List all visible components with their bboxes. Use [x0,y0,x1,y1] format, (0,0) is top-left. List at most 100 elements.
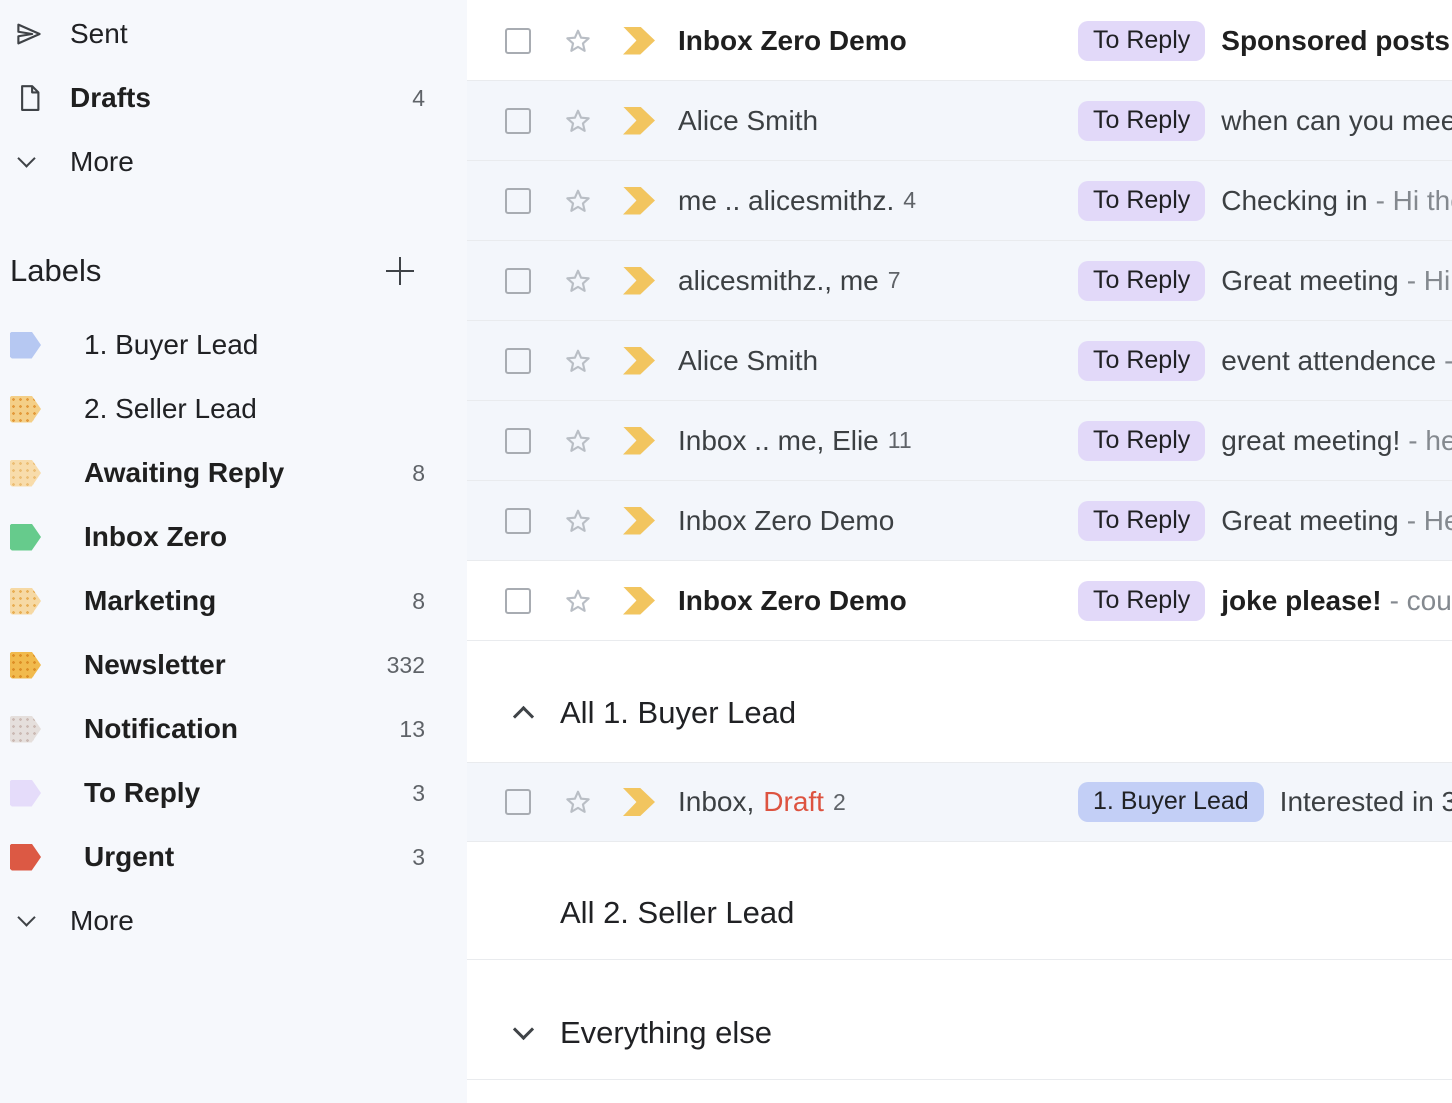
star-icon[interactable] [562,105,594,137]
label-count: 13 [399,716,425,743]
label-tag-icon [10,332,41,359]
email-row[interactable]: Inbox Zero Demo To Reply Sponsored posts… [467,1,1452,81]
star-icon[interactable] [562,786,594,818]
chevron-down-icon [0,159,70,165]
sidebar-label-item[interactable]: To Reply 3 [0,761,467,825]
importance-marker-icon [623,187,655,215]
label-badge[interactable]: To Reply [1078,261,1205,301]
label-badge[interactable]: To Reply [1078,101,1205,141]
subject-text: great meeting! [1221,425,1400,457]
email-row[interactable]: Inbox Zero Demo To Reply Great meeting -… [467,481,1452,561]
drafts-icon [14,83,44,113]
select-checkbox[interactable] [505,108,531,134]
drafts-icon [0,83,70,113]
sidebar-label-item[interactable]: Marketing 8 [0,569,467,633]
importance-marker-icon [623,587,655,615]
label-badge[interactable]: To Reply [1078,501,1205,541]
section-chevron-icon[interactable] [513,706,534,727]
section-label: Everything else [560,1015,772,1051]
subject-cell: To Reply when can you meet [1078,81,1452,160]
labels-header: Labels [0,239,467,303]
select-checkbox[interactable] [505,188,531,214]
sidebar-item[interactable]: More [0,130,467,194]
sender-name: Inbox .. me, Elie [678,425,879,457]
subject-cell: 1. Buyer Lead Interested in 3-b [1078,763,1452,841]
sender-name: Alice Smith [678,345,818,377]
email-row[interactable]: alicesmithz., me 7 To Reply Great meetin… [467,241,1452,321]
label-tag-icon [10,524,41,551]
section-header[interactable]: All 2. Seller Lead [467,843,1452,960]
label-count: 3 [412,780,425,807]
importance-marker-icon [623,107,655,135]
sidebar-item[interactable]: Drafts 4 [0,66,467,130]
label-tag-icon [10,588,41,615]
email-row[interactable]: Alice Smith To Reply when can you meet [467,81,1452,161]
label-badge[interactable]: 1. Buyer Lead [1078,782,1264,822]
label-name: 1. Buyer Lead [84,329,258,361]
subject-text: Interested in 3-b [1280,786,1452,818]
select-checkbox[interactable] [505,28,531,54]
sender-cell: Alice Smith [678,321,818,400]
importance-marker-icon [623,427,655,455]
sender-name: Inbox Zero Demo [678,505,894,537]
star-icon[interactable] [562,265,594,297]
star-icon[interactable] [562,345,594,377]
label-count: 3 [412,844,425,871]
subject-text: Sponsored posts [1221,25,1450,57]
label-badge[interactable]: To Reply [1078,21,1205,61]
section-header[interactable]: All 1. Buyer Lead [467,641,1452,762]
sender-cell: Inbox Zero Demo [678,561,907,640]
label-name: Inbox Zero [84,521,227,553]
select-checkbox[interactable] [505,268,531,294]
select-checkbox[interactable] [505,348,531,374]
label-name: Awaiting Reply [84,457,284,489]
sender-name: Inbox, [678,786,754,818]
select-checkbox[interactable] [505,508,531,534]
label-badge[interactable]: To Reply [1078,341,1205,381]
sidebar-label-item[interactable]: Notification 13 [0,697,467,761]
subject-text: event attendence [1221,345,1436,377]
snippet-text: - H [1444,345,1452,377]
label-count: 332 [387,652,425,679]
select-checkbox[interactable] [505,428,531,454]
snippet-text: - hey [1408,425,1452,457]
sidebar-label-item[interactable]: Inbox Zero [0,505,467,569]
sidebar-label-item[interactable]: Newsletter 332 [0,633,467,697]
mail-app: Sent Drafts 4 More Labels 1. Buyer Lead … [0,0,1452,1103]
star-icon[interactable] [562,185,594,217]
select-checkbox[interactable] [505,789,531,815]
label-name: Marketing [84,585,216,617]
importance-marker-icon [623,507,655,535]
add-label-icon[interactable] [384,255,416,287]
star-icon[interactable] [562,585,594,617]
label-badge[interactable]: To Reply [1078,181,1205,221]
email-row[interactable]: me .. alicesmithz. 4 To Reply Checking i… [467,161,1452,241]
label-badge[interactable]: To Reply [1078,421,1205,461]
thread-count: 7 [888,267,901,294]
sidebar-label-item[interactable]: Urgent 3 [0,825,467,889]
star-icon[interactable] [562,25,594,57]
email-row[interactable]: Inbox .. me, Elie 11 To Reply great meet… [467,401,1452,481]
subject-text: joke please! [1221,585,1381,617]
sidebar-item-more-labels[interactable]: More [0,889,467,953]
email-row[interactable]: Inbox Zero Demo To Reply joke please! - … [467,561,1452,641]
star-icon[interactable] [562,505,594,537]
section-chevron-icon[interactable] [513,1019,534,1040]
label-name: Newsletter [84,649,226,681]
label-count: 8 [412,588,425,615]
email-row[interactable]: Alice Smith To Reply event attendence - … [467,321,1452,401]
star-icon[interactable] [562,425,594,457]
sidebar-label-item[interactable]: 1. Buyer Lead [0,313,467,377]
importance-marker-icon [623,267,655,295]
subject-cell: To Reply joke please! - could [1078,561,1452,640]
sidebar-item[interactable]: Sent [0,2,467,66]
section-header[interactable]: Everything else [467,960,1452,1080]
select-checkbox[interactable] [505,588,531,614]
sidebar-label-item[interactable]: 2. Seller Lead [0,377,467,441]
label-badge[interactable]: To Reply [1078,581,1205,621]
label-name: 2. Seller Lead [84,393,257,425]
email-row[interactable]: Inbox, Draft 2 1. Buyer Lead Interested … [467,762,1452,842]
send-icon [0,19,70,49]
subject-cell: To Reply Great meeting - Hi J [1078,241,1452,320]
sidebar-label-item[interactable]: Awaiting Reply 8 [0,441,467,505]
